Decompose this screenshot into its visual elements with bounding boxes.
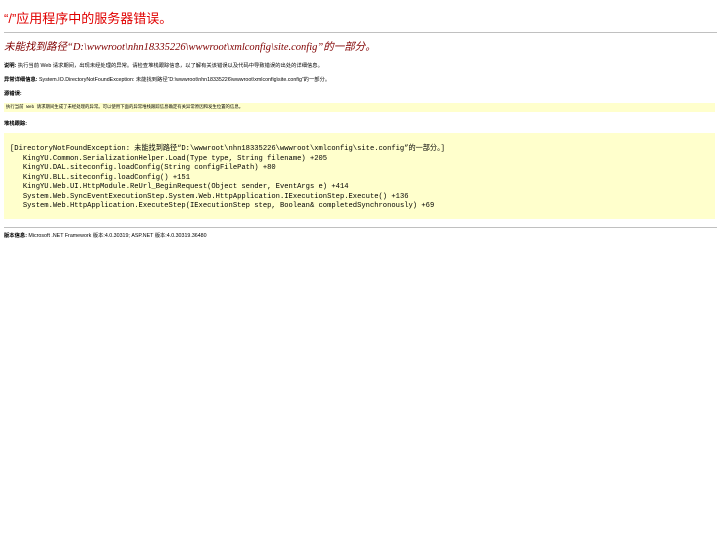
stack-trace-line: KingYU.Web.UI.HttpModule.ReUrl_BeginRequ… — [10, 183, 349, 191]
source-error-box: 执行当前 Web 请求期间生成了未经处理的异常。可以使用下面的异常堆栈跟踪信息确… — [4, 103, 715, 112]
source-error-section: 源错误: — [4, 84, 716, 98]
stack-trace-line: KingYU.BLL.siteconfig.loadConfig() +151 — [10, 173, 190, 182]
description-text: 执行当前 Web 请求期间，出现未经处理的异常。请检查堆栈跟踪信息，以了解有关该… — [16, 63, 323, 69]
description-section: 说明: 执行当前 Web 请求期间，出现未经处理的异常。请检查堆栈跟踪信息，以了… — [4, 55, 716, 70]
error-message: 未能找到路径“D:\wwwroot\nhn18335226\wwwroot\xm… — [4, 42, 376, 53]
stack-trace-line: System.Web.SyncEventExecutionStep.System… — [10, 192, 409, 201]
stack-trace-label: 堆栈跟踪: — [4, 121, 27, 127]
stack-trace-line: System.Web.HttpApplication.ExecuteStep(I… — [10, 202, 435, 210]
error-page: “/”应用程序中的服务器错误。 未能找到路径“D:\wwwroot\nhn183… — [0, 0, 720, 540]
exception-details-label: 异常详细信息: — [4, 77, 38, 83]
stack-trace-line: KingYU.Common.SerializationHelper.Load(T… — [10, 154, 328, 163]
description-label: 说明: — [4, 63, 17, 69]
stack-trace-section: 堆栈跟踪: — [4, 112, 716, 128]
version-info-label: 版本信息: — [4, 233, 27, 239]
version-info-section: 版本信息: Microsoft .NET Framework 版本:4.0.30… — [4, 228, 716, 240]
page-title: “/”应用程序中的服务器错误。 — [4, 11, 173, 26]
exception-details-text: System.IO.DirectoryNotFoundException: 未能… — [37, 77, 331, 83]
version-info-text: Microsoft .NET Framework 版本:4.0.30319; A… — [26, 233, 207, 239]
stack-trace-box: [DirectoryNotFoundException: 未能找到路径“D:\w… — [4, 133, 715, 219]
exception-details-section: 异常详细信息: System.IO.DirectoryNotFoundExcep… — [4, 70, 716, 84]
stack-trace-line: KingYU.DAL.siteconfig.loadConfig(String … — [10, 164, 276, 172]
source-error-label: 源错误: — [4, 91, 22, 97]
stack-trace-line: [DirectoryNotFoundException: 未能找到路径“D:\w… — [10, 145, 445, 153]
